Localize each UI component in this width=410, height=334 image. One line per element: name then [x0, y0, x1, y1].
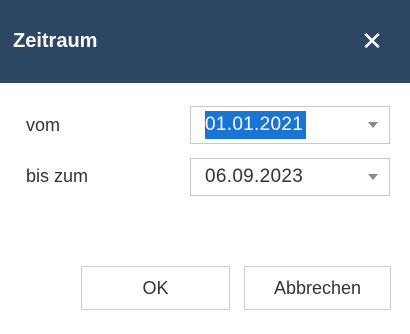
dialog-title: Zeitraum — [13, 30, 98, 52]
dialog-titlebar: Zeitraum ✕ — [0, 0, 410, 83]
chevron-down-icon[interactable] — [368, 174, 378, 180]
from-date-combobox[interactable]: 01.01.2021 — [190, 106, 390, 144]
from-date-value[interactable]: 01.01.2021 — [205, 111, 307, 139]
to-date-combobox[interactable]: 06.09.2023 — [190, 158, 390, 196]
from-date-label: vom — [26, 115, 61, 135]
cancel-button[interactable]: Abbrechen — [244, 266, 391, 310]
to-date-value[interactable]: 06.09.2023 — [205, 165, 303, 189]
ok-button[interactable]: OK — [81, 266, 230, 310]
date-range-dialog: Zeitraum ✕ vom 01.01.2021 bis zum 06.09.… — [0, 0, 410, 334]
to-date-label: bis zum — [26, 166, 89, 186]
chevron-down-icon[interactable] — [368, 122, 378, 128]
close-icon[interactable]: ✕ — [356, 25, 388, 57]
